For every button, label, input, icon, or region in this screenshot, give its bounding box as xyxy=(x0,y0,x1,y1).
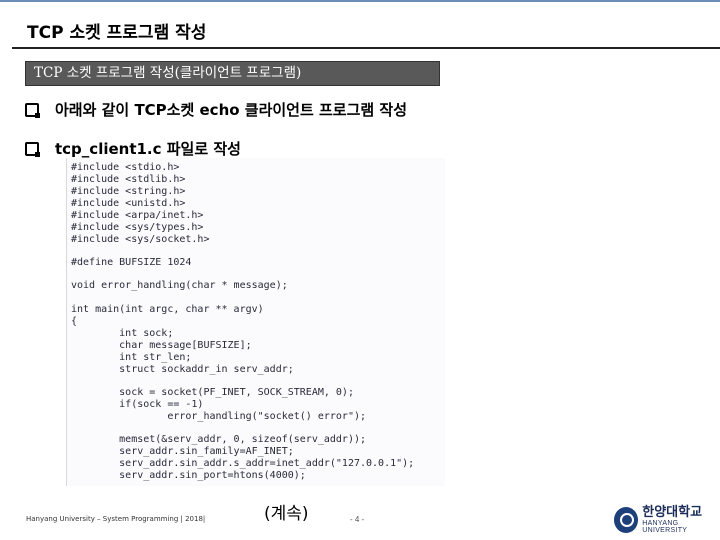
checkbox-bullet-icon xyxy=(25,102,40,118)
code-line: #include <arpa/inet.h> xyxy=(71,210,204,221)
code-line: if(sock == -1) xyxy=(71,399,204,410)
code-screenshot: #include <stdio.h> #include <stdlib.h> #… xyxy=(66,158,445,486)
page-number: - 4 - xyxy=(350,515,365,524)
code-line: serv_addr.sin_addr.s_addr=inet_addr("127… xyxy=(71,458,415,469)
code-line: sock = socket(PF_INET, SOCK_STREAM, 0); xyxy=(71,387,354,398)
code-line: int str_len; xyxy=(71,352,192,363)
code-line: #include <sys/socket.h> xyxy=(71,234,210,245)
section-header: TCP 소켓 프로그램 작성(클라이언트 프로그램) xyxy=(25,61,440,86)
code-line: serv_addr.sin_family=AF_INET; xyxy=(71,446,294,457)
code-line: char message[BUFSIZE]; xyxy=(71,340,252,351)
code-line: #include <stdio.h> xyxy=(71,162,180,173)
title-underline xyxy=(12,47,720,49)
slide-title: TCP 소켓 프로그램 작성 xyxy=(27,23,207,43)
bullet-text: 아래와 같이 TCP소켓 echo 클라이언트 프로그램 작성 xyxy=(55,101,408,119)
code-line: #define BUFSIZE 1024 xyxy=(71,257,192,268)
code-line: struct sockaddr_in serv_addr; xyxy=(71,364,294,375)
code-line: { xyxy=(71,316,78,327)
logo-korean-name: 한양대학교 xyxy=(642,505,703,520)
bullet-text: tcp_client1.c 파일로 작성 xyxy=(55,140,241,158)
university-seal-icon xyxy=(614,507,639,533)
code-line: int sock; xyxy=(71,328,174,339)
bullet-item: 아래와 같이 TCP소켓 echo 클라이언트 프로그램 작성 xyxy=(25,99,407,120)
code-line: #include <unistd.h> xyxy=(71,198,186,209)
bullet-item: tcp_client1.c 파일로 작성 xyxy=(25,138,241,159)
university-logo: 한양대학교 HANYANG UNIVERSITY xyxy=(614,506,720,534)
logo-text: 한양대학교 HANYANG UNIVERSITY xyxy=(642,505,720,535)
top-accent-line xyxy=(0,0,720,2)
code-line: error_handling("socket() error"); xyxy=(71,411,367,422)
continued-label: (계속) xyxy=(264,504,309,524)
code-line: int main(int argc, char ** argv) xyxy=(71,304,264,315)
code-line: memset(&serv_addr, 0, sizeof(serv_addr))… xyxy=(71,434,367,445)
code-line: #include <stdlib.h> xyxy=(71,174,186,185)
code-line: #include <sys/types.h> xyxy=(71,222,204,233)
logo-english-name: HANYANG UNIVERSITY xyxy=(642,520,688,534)
code-line: serv_addr.sin_port=htons(4000); xyxy=(71,470,306,481)
code-line: void error_handling(char * message); xyxy=(71,280,288,291)
footer-course-text: Hanyang University – System Programming … xyxy=(26,515,206,523)
checkbox-bullet-icon xyxy=(25,141,40,157)
code-line: #include <string.h> xyxy=(71,186,186,197)
